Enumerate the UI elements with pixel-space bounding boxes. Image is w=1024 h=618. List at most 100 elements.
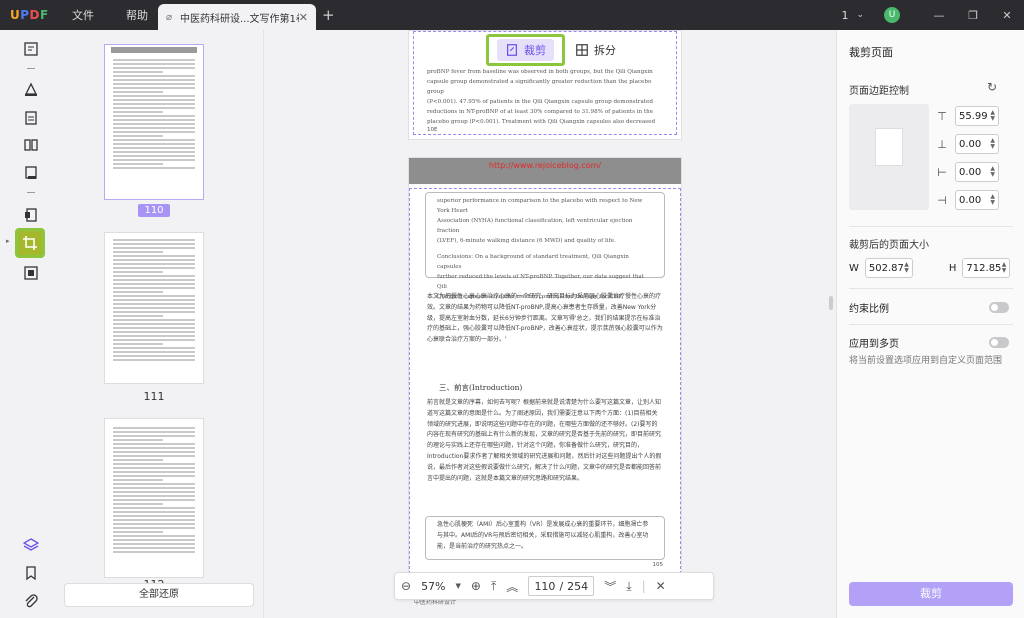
abstract-text: superior performance in comparison to th…: [437, 198, 645, 300]
margin-top-row: ⊤ 55.99 ▲ ▼: [935, 106, 999, 126]
margin-left-input[interactable]: 0.00 ▲ ▼: [955, 162, 999, 182]
height-label: H: [948, 262, 957, 274]
apply-multi-row: 应用到多页: [849, 335, 1009, 350]
toolbar-divider: [27, 68, 35, 69]
expand-handle-icon[interactable]: ▸: [6, 237, 10, 245]
layers-icon[interactable]: [18, 532, 44, 558]
zoom-in-icon[interactable]: ⊕: [471, 579, 481, 593]
menu-help[interactable]: 帮助: [110, 7, 164, 23]
chevron-down-icon[interactable]: ▼: [456, 582, 461, 590]
crop-icon: [507, 44, 517, 56]
thumbnail-page-112[interactable]: [104, 418, 204, 578]
crop-mode-button[interactable]: 裁剪: [486, 34, 565, 66]
margin-control-label: 页面边距控制: [849, 86, 909, 97]
page-number-input[interactable]: 110 / 254: [528, 576, 595, 596]
margin-right-input[interactable]: 0.00 ▲ ▼: [955, 190, 999, 210]
fill-sign-icon[interactable]: [18, 160, 44, 186]
document-view: proBNP fever from baseline was observed …: [264, 30, 836, 618]
crop-mode-label: 裁剪: [524, 44, 546, 57]
height-input[interactable]: 712.85 ▲ ▼: [962, 258, 1011, 278]
page-number: 105: [652, 562, 664, 568]
edit-pdf-icon[interactable]: [18, 105, 44, 131]
document-tab[interactable]: ⌀ 中医药科研设...文写作第1卷 ✕: [158, 4, 316, 30]
tab-title: 中医药科研设...文写作第1卷: [180, 13, 299, 25]
left-toolbar: ▸: [0, 30, 60, 618]
title-bar: UPDF 文件 帮助 ⌀ 中医药科研设...文写作第1卷 ✕ + 1 ⌄ U —…: [0, 0, 1024, 30]
margin-top-input[interactable]: 55.99 ▲ ▼: [955, 106, 999, 126]
divider: [849, 288, 1013, 289]
zoom-out-icon[interactable]: ⊖: [401, 579, 411, 593]
reader-icon[interactable]: [18, 36, 44, 62]
organize-pages-icon[interactable]: [18, 132, 44, 158]
page-size-label: 裁剪后的页面大小: [849, 240, 929, 251]
reset-icon[interactable]: ↻: [987, 80, 997, 94]
close-window-icon[interactable]: ✕: [990, 9, 1024, 22]
crop-panel: 裁剪页面 页面边距控制 ↻ ⊤ 55.99 ▲ ▼ ⊥ 0.00 ▲ ▼ ⊢ 0.00 ▲…: [836, 30, 1024, 618]
margin-right-row: ⊣ 0.00 ▲ ▼: [935, 190, 999, 210]
protect-icon[interactable]: [18, 260, 44, 286]
attachment-icon[interactable]: [18, 588, 44, 614]
margin-left-row: ⊢ 0.00 ▲ ▼: [935, 162, 999, 182]
close-toolbar-icon[interactable]: ✕: [656, 579, 666, 593]
apply-multi-toggle[interactable]: [989, 337, 1009, 348]
apply-multi-label: 应用到多页: [849, 339, 899, 350]
next-page-icon[interactable]: ︾: [604, 578, 616, 595]
pdf-page-current: http://www.rejoiceblog.com/ superior per…: [408, 157, 682, 577]
toolbar-divider: |: [641, 579, 646, 593]
first-page-icon[interactable]: ⤒: [491, 579, 496, 594]
restore-window-icon[interactable]: ❐: [956, 9, 990, 22]
margin-left-icon: ⊢: [937, 165, 947, 179]
margin-right-icon: ⊣: [937, 193, 947, 207]
chevron-down-icon[interactable]: ⌄: [856, 10, 864, 20]
body-paragraph: 前言就是文章的序幕，如何去写呢？根据前来就是说清楚为什么要写这篇文章，让别人知道…: [427, 399, 662, 482]
page-tools-icon[interactable]: [18, 202, 44, 228]
restore-all-button[interactable]: 全部还原: [64, 583, 254, 607]
thumbnail-page-110[interactable]: [104, 44, 204, 200]
app-logo: UPDF: [10, 8, 49, 22]
section-title: 三、前言(Introduction): [439, 383, 523, 392]
split-mode-button[interactable]: 拆分: [575, 42, 616, 58]
panel-title: 裁剪页面: [849, 46, 893, 59]
close-icon[interactable]: ✕: [299, 11, 308, 24]
margin-bottom-row: ⊥ 0.00 ▲ ▼: [935, 134, 999, 154]
zoom-toolbar: ⊖ 57% ▼ ⊕ ⤒ ︽ 110 / 254 ︾ ⤓ | ✕: [394, 572, 714, 600]
thumbnail-panel: 110 111 112 全部还原: [60, 30, 264, 618]
split-icon: [576, 44, 588, 56]
vertical-scrollbar[interactable]: [829, 296, 833, 310]
margin-bottom-input[interactable]: 0.00 ▲ ▼: [955, 134, 999, 154]
thumbnail-page-111[interactable]: [104, 232, 204, 384]
divider: [849, 324, 1013, 325]
crop-preview: [849, 104, 929, 210]
aspect-ratio-label: 约束比例: [849, 304, 889, 315]
minimize-icon[interactable]: —: [922, 9, 956, 22]
prev-page-text: proBNP fever from baseline was observed …: [427, 69, 656, 125]
last-page-icon[interactable]: ⤓: [626, 579, 631, 594]
mode-switch: 裁剪 拆分: [486, 34, 616, 66]
thumbnail-label: 111: [143, 390, 165, 403]
page-size-row: W 502.87 ▲ ▼ H 712.85 ▲ ▼: [849, 258, 1011, 278]
add-tab-icon[interactable]: +: [322, 6, 335, 24]
toolbar-divider: [27, 192, 35, 193]
document-icon: ⌀: [166, 11, 173, 23]
margin-bottom-icon: ⊥: [937, 137, 947, 151]
aspect-ratio-toggle[interactable]: [989, 302, 1009, 313]
comment-icon[interactable]: [18, 76, 44, 102]
avatar[interactable]: U: [884, 7, 900, 23]
page-url: http://www.rejoiceblog.com/: [488, 161, 602, 170]
width-input[interactable]: 502.87 ▲ ▼: [864, 258, 913, 278]
thumbnail-label: 110: [104, 203, 204, 217]
menu-file[interactable]: 文件: [56, 7, 110, 23]
window-count[interactable]: 1: [841, 9, 848, 22]
preview-page: [875, 128, 903, 166]
divider: [849, 226, 1013, 227]
crop-tool-icon[interactable]: [15, 228, 45, 258]
zoom-level[interactable]: 57%: [421, 580, 445, 593]
crop-button[interactable]: 裁剪: [849, 582, 1013, 606]
example-text: 急性心肌梗死（AMI）后心室重构（VR）是发展成心衰的重要环节，细胞凋亡参与其中…: [437, 521, 649, 550]
total-pages: 254: [567, 579, 589, 593]
bookmark-icon[interactable]: [18, 560, 44, 586]
aspect-ratio-row: 约束比例: [849, 300, 1009, 315]
prev-page-icon[interactable]: ︽: [506, 578, 518, 595]
prev-page-number: 10E: [427, 127, 438, 133]
page-separator: /: [559, 579, 564, 593]
